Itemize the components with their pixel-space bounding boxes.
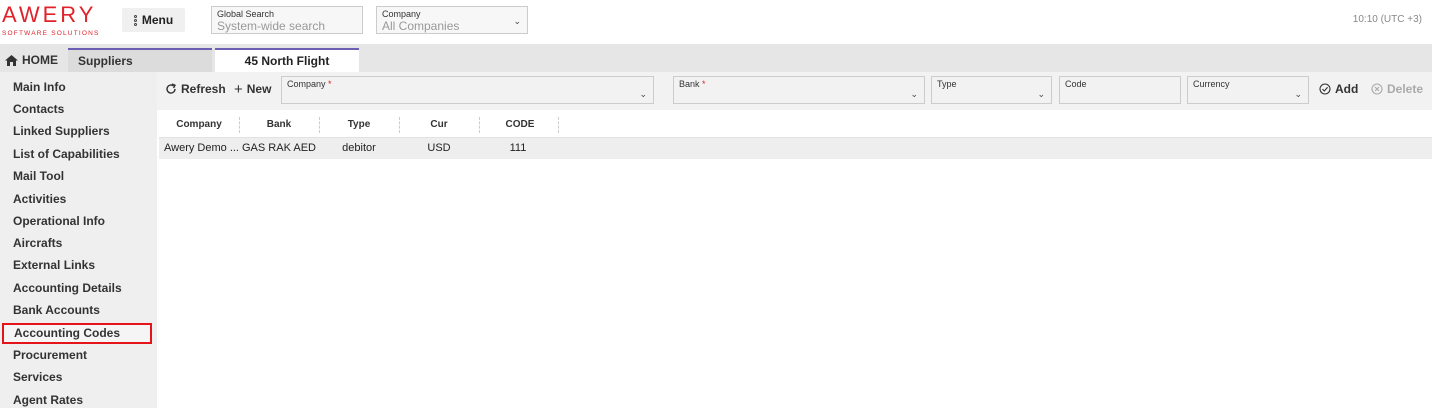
sidebar-item-accounting-codes[interactable]: Accounting Codes (2, 323, 152, 344)
chevron-down-icon: ⌄ (1294, 89, 1302, 99)
cell-company: Awery Demo ... (164, 142, 239, 154)
delete-label: Delete (1387, 82, 1424, 96)
check-circle-icon (1319, 83, 1331, 95)
global-search-label: Global Search (217, 9, 275, 19)
logo-text: AWERY (2, 2, 97, 27)
awery-logo[interactable]: AWERY SOFTWARE SOLUTIONS (2, 3, 112, 41)
tab-suppliers-label: Suppliers (78, 54, 133, 68)
currency-field-label: Currency (1193, 79, 1230, 89)
chevron-down-icon: ⌄ (910, 89, 918, 99)
sidebar-item-procurement[interactable]: Procurement (0, 344, 157, 366)
table-row[interactable]: Awery Demo ... GAS RAK AED debitor USD 1… (159, 138, 1432, 159)
new-label: New (246, 82, 272, 96)
add-label: Add (1335, 82, 1359, 96)
tab-bar: HOME Suppliers 45 North Flight (0, 44, 1432, 72)
clock-display: 10:10 (UTC +3) (1352, 14, 1422, 25)
bank-field-label: Bank (679, 79, 700, 89)
menu-label: Menu (141, 13, 174, 27)
cell-cur: USD (427, 142, 451, 154)
sidebar-item-linked-suppliers[interactable]: Linked Suppliers (0, 120, 157, 142)
type-field[interactable]: Type ⌄ (931, 76, 1052, 104)
bank-field[interactable]: Bank * ⌄ (673, 76, 925, 104)
sidebar-item-aircrafts[interactable]: Aircrafts (0, 232, 157, 254)
code-field[interactable]: Code (1059, 76, 1181, 104)
home-icon (5, 54, 18, 66)
sidebar-item-bank-accounts[interactable]: Bank Accounts (0, 299, 157, 321)
sidebar-item-accounting-details[interactable]: Accounting Details (0, 277, 157, 299)
tab-home[interactable]: HOME (0, 48, 68, 72)
accounting-codes-grid: Company Bank Type Cur CODE Awery Demo ..… (159, 112, 1432, 159)
code-field-label: Code (1065, 79, 1087, 89)
type-field-label: Type (937, 79, 957, 89)
toolbar: Refresh + New Company * ⌄ Bank * ⌄ Type … (157, 72, 1432, 110)
sidebar-item-main-info[interactable]: Main Info (0, 76, 157, 98)
column-header-type[interactable]: Type (319, 112, 399, 138)
cell-bank: GAS RAK AED (242, 142, 316, 154)
column-header-bank[interactable]: Bank (239, 112, 319, 138)
company-select-value: All Companies (382, 19, 460, 33)
cell-type: debitor (342, 142, 376, 154)
new-button[interactable]: + New (230, 77, 276, 101)
refresh-label: Refresh (181, 82, 226, 96)
column-header-cur[interactable]: Cur (399, 112, 479, 138)
plus-icon: + (234, 80, 243, 98)
global-search-placeholder: System-wide search (217, 19, 326, 33)
company-field-label: Company (287, 79, 326, 89)
menu-button[interactable]: Menu (122, 8, 185, 32)
company-select[interactable]: Company All Companies ⌄ (376, 6, 528, 34)
sidebar-item-external-links[interactable]: External Links (0, 254, 157, 276)
tab-suppliers[interactable]: Suppliers (68, 48, 212, 72)
chevron-down-icon: ⌄ (513, 16, 521, 26)
tab-45-north-flight[interactable]: 45 North Flight (215, 48, 359, 72)
column-header-company[interactable]: Company (159, 112, 239, 138)
sidebar-item-contacts[interactable]: Contacts (0, 98, 157, 120)
top-bar: AWERY SOFTWARE SOLUTIONS Menu Global Sea… (0, 0, 1432, 44)
add-button[interactable]: Add (1315, 77, 1363, 101)
sidebar-item-mail-tool[interactable]: Mail Tool (0, 165, 157, 187)
column-header-code[interactable]: CODE (479, 112, 561, 138)
company-select-label: Company (382, 9, 421, 19)
sidebar: Main Info Contacts Linked Suppliers List… (0, 72, 157, 408)
refresh-button[interactable]: Refresh (161, 77, 230, 101)
sidebar-item-agent-rates[interactable]: Agent Rates (0, 389, 157, 408)
required-mark: * (702, 79, 706, 89)
tab-home-label: HOME (22, 53, 58, 67)
company-field[interactable]: Company * ⌄ (281, 76, 654, 104)
sidebar-item-services[interactable]: Services (0, 366, 157, 388)
sidebar-item-operational-info[interactable]: Operational Info (0, 210, 157, 232)
sidebar-item-activities[interactable]: Activities (0, 188, 157, 210)
logo-subtext: SOFTWARE SOLUTIONS (2, 30, 100, 37)
tab-active-label: 45 North Flight (244, 54, 330, 68)
global-search-input[interactable]: Global Search System-wide search (211, 6, 363, 34)
column-separator[interactable] (558, 117, 559, 133)
delete-button[interactable]: Delete (1367, 77, 1428, 101)
required-mark: * (328, 79, 332, 89)
vertical-dots-icon (133, 14, 137, 26)
close-circle-icon (1371, 83, 1383, 95)
chevron-down-icon: ⌄ (1037, 89, 1045, 99)
sidebar-item-list-of-capabilities[interactable]: List of Capabilities (0, 143, 157, 165)
grid-header: Company Bank Type Cur CODE (159, 112, 1432, 138)
chevron-down-icon: ⌄ (639, 89, 647, 99)
currency-field[interactable]: Currency ⌄ (1187, 76, 1309, 104)
cell-code: 111 (509, 142, 527, 154)
refresh-icon (166, 83, 176, 94)
